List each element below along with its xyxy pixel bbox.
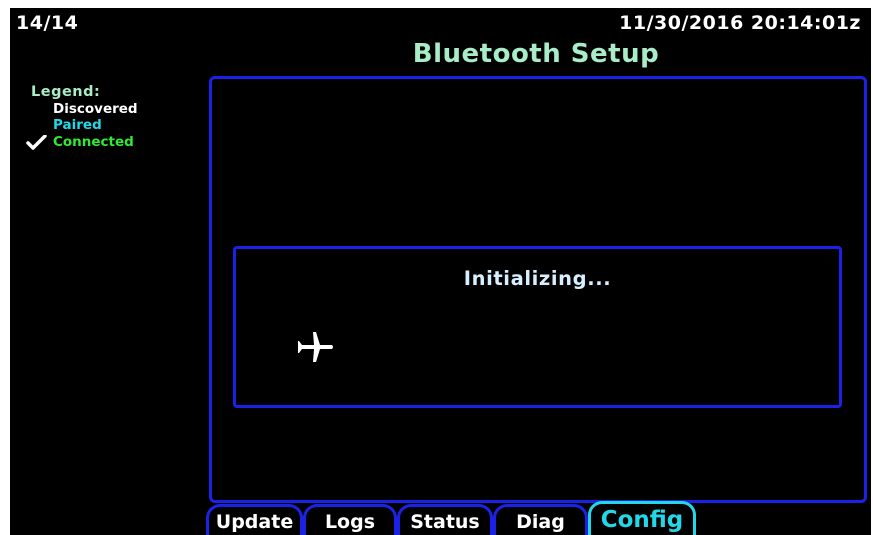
checkmark-icon [26,134,47,150]
legend-connected-row: Connected [26,134,206,151]
device-screen: 14/14 11/30/2016 20:14:01z Bluetooth Set… [10,8,871,535]
airplane-icon [298,332,333,362]
tab-config[interactable]: Config [588,501,696,535]
tab-logs[interactable]: Logs [303,504,397,535]
legend: Legend: Discovered Paired Connected [26,84,206,150]
tab-update[interactable]: Update [206,504,303,535]
datetime: 11/30/2016 20:14:01z [619,12,861,34]
tab-status[interactable]: Status [397,504,493,535]
tab-diag[interactable]: Diag [493,504,588,535]
tab-bar: Update Logs Status Diag Config [206,500,706,535]
dialog-message: Initializing... [463,267,612,290]
initializing-dialog: Initializing... [233,246,842,408]
page-title: Bluetooth Setup [412,39,660,69]
page-counter: 14/14 [16,12,79,34]
legend-discovered: Discovered [53,100,138,117]
legend-title: Legend: [31,84,101,100]
legend-paired: Paired [53,117,102,133]
